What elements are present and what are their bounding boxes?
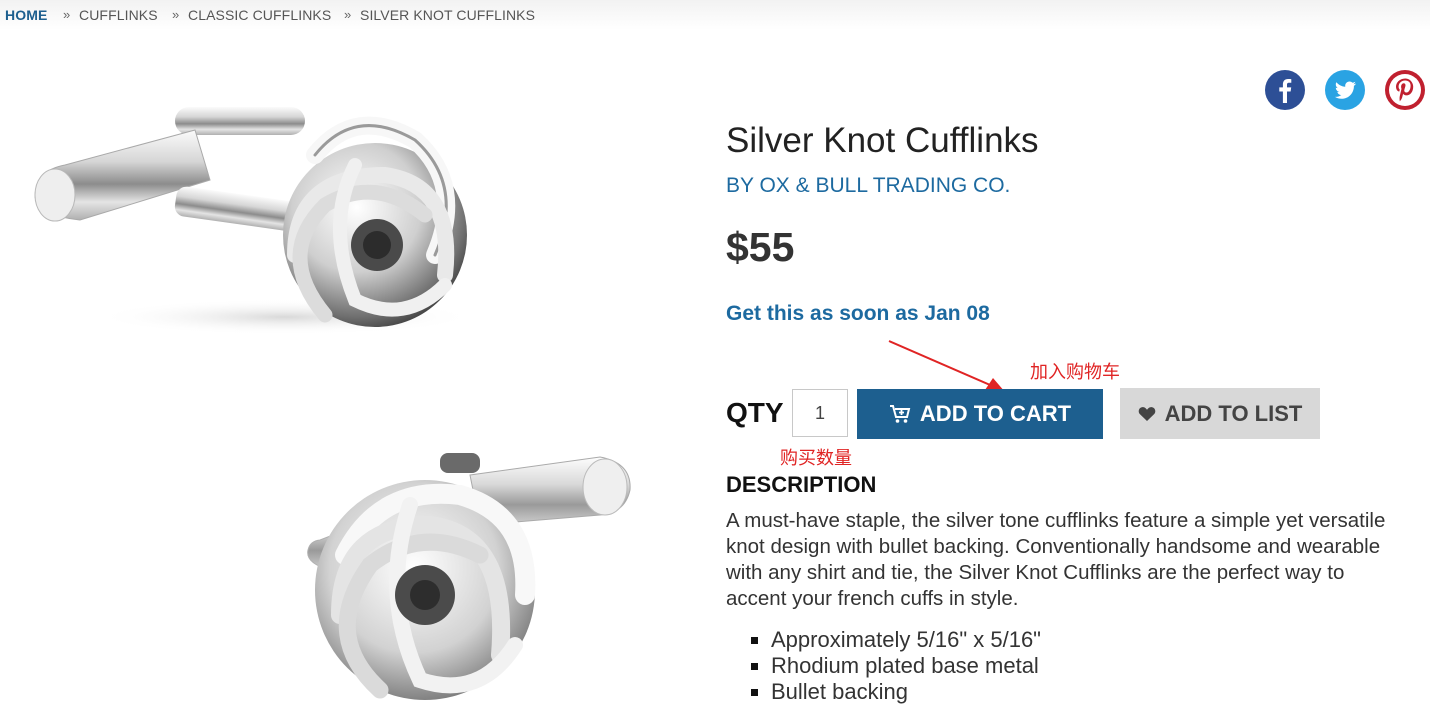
product-image-front-view[interactable] <box>300 445 640 707</box>
facebook-icon <box>1265 70 1305 110</box>
facebook-share-button[interactable] <box>1265 70 1305 110</box>
heart-icon <box>1138 406 1156 422</box>
feature-item: Bullet backing <box>726 679 1041 705</box>
product-image-side-view[interactable] <box>25 85 475 345</box>
pinterest-icon <box>1385 70 1425 110</box>
description-line: with any shirt and tie, the Silver Knot … <box>726 561 1345 584</box>
pinterest-share-button[interactable] <box>1385 70 1425 110</box>
add-to-cart-button[interactable]: ADD TO CART <box>857 389 1103 439</box>
qty-label: QTY <box>726 397 784 428</box>
feature-item: Approximately 5/16" x 5/16" <box>726 627 1041 653</box>
description-text: A must-have staple, the silver tone cuff… <box>726 508 1430 612</box>
description-line: accent your french cuffs in style. <box>726 587 1019 610</box>
annotation-quantity: 购买数量 <box>780 448 852 468</box>
feature-item: Rhodium plated base metal <box>726 653 1041 679</box>
quantity-input[interactable] <box>792 389 848 437</box>
add-to-list-button[interactable]: ADD TO LIST <box>1120 388 1320 439</box>
breadcrumb-cufflinks-link[interactable]: CUFFLINKS <box>79 7 158 23</box>
product-price: $55 <box>726 224 795 270</box>
breadcrumb-current-page: SILVER KNOT CUFFLINKS <box>360 7 536 23</box>
add-to-cart-label: ADD TO CART <box>919 401 1072 426</box>
delivery-estimate: Get this as soon as Jan 08 <box>726 302 990 325</box>
feature-list: Approximately 5/16" x 5/16" Rhodium plat… <box>726 627 1041 705</box>
product-brand-link[interactable]: BY OX & BULL TRADING CO. <box>726 174 1010 198</box>
description-line: knot design with bullet backing. Convent… <box>726 535 1381 558</box>
description-line: A must-have staple, the silver tone cuff… <box>726 509 1386 532</box>
twitter-share-button[interactable] <box>1325 70 1365 110</box>
description-heading: DESCRIPTION <box>726 472 877 497</box>
breadcrumb-separator: » <box>63 7 71 22</box>
breadcrumb-separator: » <box>172 7 180 22</box>
twitter-icon <box>1325 70 1365 110</box>
annotation-add-to-cart: 加入购物车 <box>1030 362 1120 382</box>
breadcrumb-classic-cufflinks-link[interactable]: CLASSIC CUFFLINKS <box>188 7 331 23</box>
add-to-list-label: ADD TO LIST <box>1164 400 1303 426</box>
breadcrumb: HOME » CUFFLINKS » CLASSIC CUFFLINKS » S… <box>0 0 1430 30</box>
product-title: Silver Knot Cufflinks <box>726 121 1039 160</box>
breadcrumb-home-link[interactable]: HOME <box>5 7 47 23</box>
cart-plus-icon <box>889 404 911 424</box>
breadcrumb-separator: » <box>344 7 352 22</box>
